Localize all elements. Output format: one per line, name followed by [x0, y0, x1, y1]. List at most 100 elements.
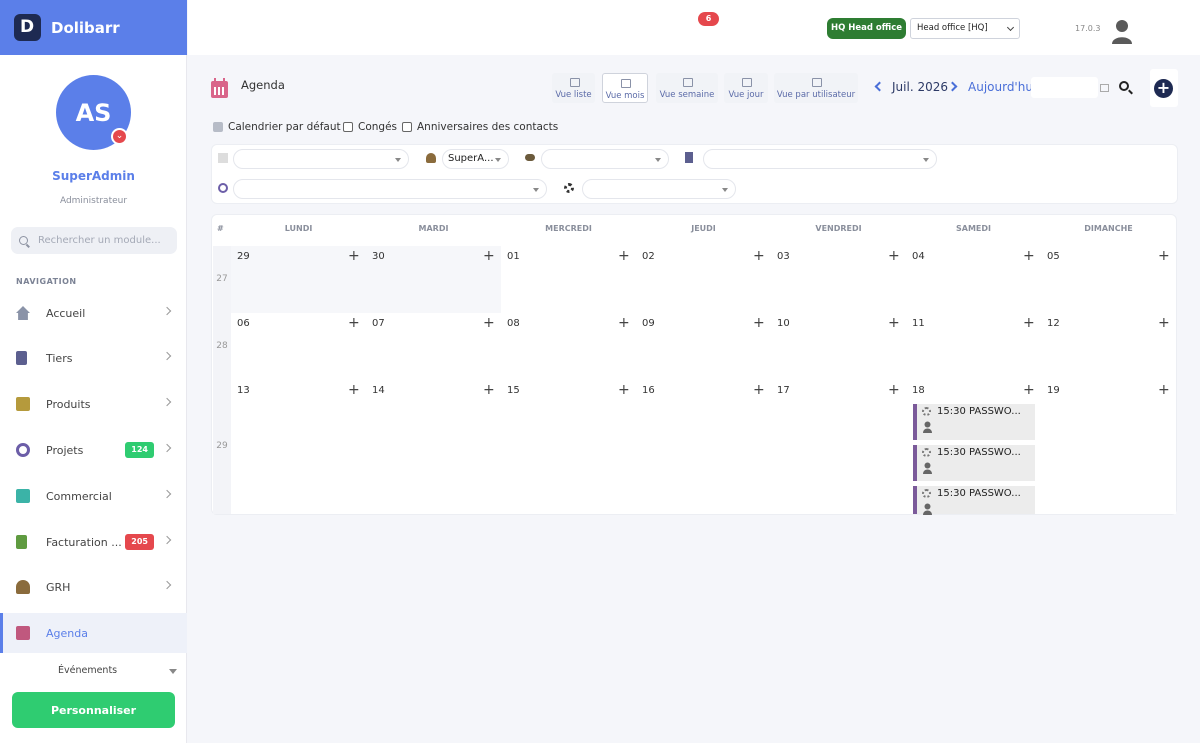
sidebar-item-accueil[interactable]: Accueil — [0, 293, 187, 333]
day-number[interactable]: 11 — [912, 318, 925, 329]
day-number[interactable]: 08 — [507, 318, 520, 329]
status-filter-select[interactable] — [582, 179, 736, 199]
date-picker-icon[interactable] — [1100, 84, 1109, 92]
day-cell[interactable] — [366, 246, 501, 313]
add-event-plus-icon[interactable]: + — [888, 383, 900, 397]
add-event-plus-icon[interactable]: + — [1158, 249, 1170, 263]
day-number[interactable]: 30 — [372, 251, 385, 262]
day-number[interactable]: 09 — [642, 318, 655, 329]
day-cell[interactable] — [1041, 313, 1176, 380]
checkbox-birthdays[interactable]: Anniversaires des contacts — [402, 121, 558, 133]
day-cell[interactable] — [366, 380, 501, 514]
day-number[interactable]: 16 — [642, 385, 655, 396]
sidebar-item-tiers[interactable]: Tiers — [0, 338, 187, 378]
add-event-button[interactable]: + — [1150, 69, 1178, 107]
day-cell[interactable] — [906, 246, 1041, 313]
add-event-plus-icon[interactable]: + — [1158, 316, 1170, 330]
user-menu-icon[interactable] — [1111, 18, 1133, 44]
view-week-button[interactable]: Vue semaine — [656, 73, 718, 103]
day-cell[interactable] — [1041, 246, 1176, 313]
view-day-button[interactable]: Vue jour — [724, 73, 768, 103]
customize-button[interactable]: Personnaliser — [12, 692, 175, 728]
day-cell[interactable] — [1041, 380, 1176, 514]
checkbox[interactable] — [343, 122, 353, 132]
checkbox[interactable] — [402, 122, 412, 132]
add-event-plus-icon[interactable]: + — [1158, 383, 1170, 397]
add-event-plus-icon[interactable]: + — [348, 383, 360, 397]
day-cell[interactable] — [771, 380, 906, 514]
day-number[interactable]: 06 — [237, 318, 250, 329]
day-number[interactable]: 01 — [507, 251, 520, 262]
calendar-event[interactable]: 15:30 PASSWO... — [913, 486, 1035, 515]
sidebar-item-projets[interactable]: Projets 124 — [0, 430, 187, 470]
day-cell[interactable] — [636, 380, 771, 514]
group-filter-select[interactable] — [541, 149, 669, 169]
add-event-plus-icon[interactable]: + — [753, 316, 765, 330]
day-cell[interactable] — [501, 313, 636, 380]
day-number[interactable]: 02 — [642, 251, 655, 262]
view-month-button[interactable]: Vue mois — [602, 73, 648, 103]
sidebar-item-produits[interactable]: Produits — [0, 384, 187, 424]
day-number[interactable]: 04 — [912, 251, 925, 262]
add-event-plus-icon[interactable]: + — [483, 249, 495, 263]
caret-down-icon[interactable] — [169, 669, 177, 674]
add-event-plus-icon[interactable]: + — [888, 249, 900, 263]
day-number[interactable]: 10 — [777, 318, 790, 329]
add-event-plus-icon[interactable]: + — [483, 316, 495, 330]
type-filter-select[interactable] — [233, 149, 409, 169]
add-event-plus-icon[interactable]: + — [483, 383, 495, 397]
add-event-plus-icon[interactable]: + — [1023, 249, 1035, 263]
add-event-plus-icon[interactable]: + — [1023, 383, 1035, 397]
sidebar-item-agenda[interactable]: Agenda — [0, 613, 187, 653]
day-cell[interactable] — [771, 313, 906, 380]
day-number[interactable]: 14 — [372, 385, 385, 396]
user-filter-select[interactable]: SuperA... — [442, 149, 509, 169]
day-number[interactable]: 15 — [507, 385, 520, 396]
day-number[interactable]: 29 — [237, 251, 250, 262]
day-cell[interactable] — [501, 246, 636, 313]
project-filter-select[interactable] — [233, 179, 547, 199]
view-per-user-button[interactable]: Vue par utilisateur — [774, 73, 858, 103]
day-cell[interactable] — [636, 313, 771, 380]
add-event-plus-icon[interactable]: + — [348, 249, 360, 263]
day-cell[interactable] — [501, 380, 636, 514]
add-event-plus-icon[interactable]: + — [888, 316, 900, 330]
checkbox-conges[interactable]: Congés — [343, 121, 397, 133]
sidebar-item-facturation[interactable]: Facturation ... 205 — [0, 522, 187, 562]
day-cell[interactable] — [906, 313, 1041, 380]
notification-badge[interactable]: 6 — [698, 12, 719, 26]
day-number[interactable]: 18 — [912, 385, 925, 396]
view-list-button[interactable]: Vue liste — [552, 73, 595, 103]
add-event-plus-icon[interactable]: + — [1023, 316, 1035, 330]
search-icon[interactable] — [1119, 81, 1129, 91]
add-event-plus-icon[interactable]: + — [618, 383, 630, 397]
entity-select[interactable]: Head office [HQ] — [910, 18, 1020, 39]
module-search-input[interactable]: Rechercher un module... — [11, 227, 177, 254]
calendar-event[interactable]: 15:30 PASSWO... — [913, 445, 1035, 481]
thirdparty-filter-select[interactable] — [703, 149, 937, 169]
day-number[interactable]: 13 — [237, 385, 250, 396]
add-event-plus-icon[interactable]: + — [618, 316, 630, 330]
sidebar-item-commercial[interactable]: Commercial — [0, 476, 187, 516]
chevron-down-icon[interactable]: ⌄ — [111, 128, 128, 145]
day-number[interactable]: 07 — [372, 318, 385, 329]
checkbox-default-calendar[interactable]: Calendrier par défaut — [213, 121, 341, 133]
day-cell[interactable] — [366, 313, 501, 380]
sidebar-subitem-evenements[interactable]: Événements — [58, 665, 117, 676]
add-event-plus-icon[interactable]: + — [753, 249, 765, 263]
brand-header[interactable]: Dolibarr — [0, 0, 187, 55]
date-input[interactable] — [1031, 77, 1098, 98]
day-cell[interactable] — [231, 380, 366, 514]
sidebar-item-grh[interactable]: GRH — [0, 567, 187, 607]
add-event-plus-icon[interactable]: + — [618, 249, 630, 263]
day-cell[interactable] — [231, 246, 366, 313]
day-cell[interactable] — [231, 313, 366, 380]
day-number[interactable]: 05 — [1047, 251, 1060, 262]
add-event-plus-icon[interactable]: + — [753, 383, 765, 397]
day-cell[interactable] — [636, 246, 771, 313]
day-number[interactable]: 12 — [1047, 318, 1060, 329]
today-link[interactable]: Aujourd'hui — [968, 80, 1036, 94]
day-number[interactable]: 19 — [1047, 385, 1060, 396]
calendar-event[interactable]: 15:30 PASSWO... — [913, 404, 1035, 440]
day-number[interactable]: 03 — [777, 251, 790, 262]
